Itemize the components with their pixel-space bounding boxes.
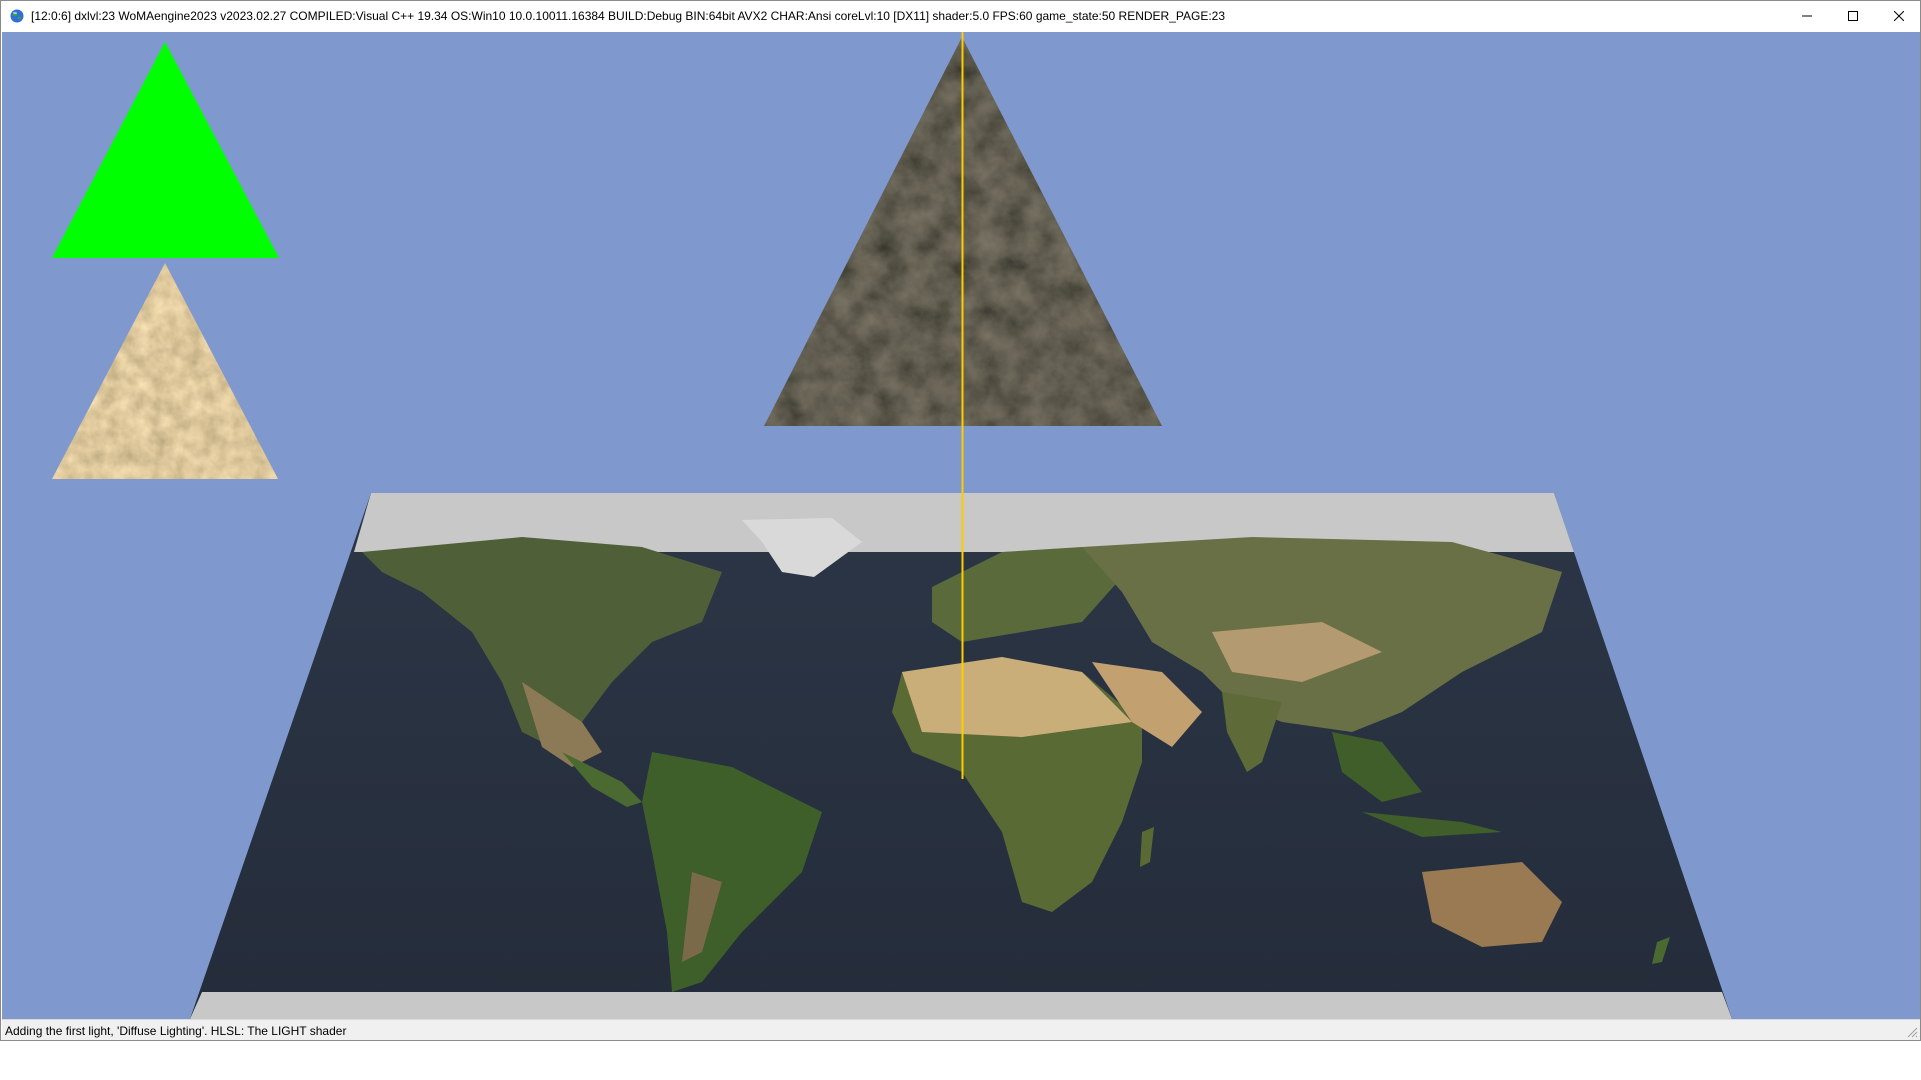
app-window: [12:0:6] dxlvl:23 WoMAengine2023 v2023.0… bbox=[0, 0, 1921, 1041]
status-bar: Adding the first light, 'Diffuse Lightin… bbox=[2, 1019, 1920, 1040]
maximize-button[interactable] bbox=[1830, 1, 1876, 31]
close-icon bbox=[1894, 11, 1904, 21]
resize-grip-icon[interactable] bbox=[1904, 1024, 1918, 1038]
window-title: [12:0:6] dxlvl:23 WoMAengine2023 v2023.0… bbox=[31, 9, 1226, 23]
status-text: Adding the first light, 'Diffuse Lightin… bbox=[5, 1024, 347, 1038]
render-viewport[interactable] bbox=[2, 32, 1920, 1019]
green-triangle bbox=[52, 42, 279, 258]
sand-textured-triangle bbox=[52, 263, 278, 479]
close-button[interactable] bbox=[1876, 1, 1921, 31]
minimize-icon bbox=[1802, 15, 1812, 17]
title-bar[interactable]: [12:0:6] dxlvl:23 WoMAengine2023 v2023.0… bbox=[1, 1, 1920, 32]
scene-canvas bbox=[52, 32, 1732, 1019]
minimize-button[interactable] bbox=[1784, 1, 1830, 31]
maximize-icon bbox=[1848, 11, 1858, 21]
globe-icon bbox=[10, 9, 24, 23]
